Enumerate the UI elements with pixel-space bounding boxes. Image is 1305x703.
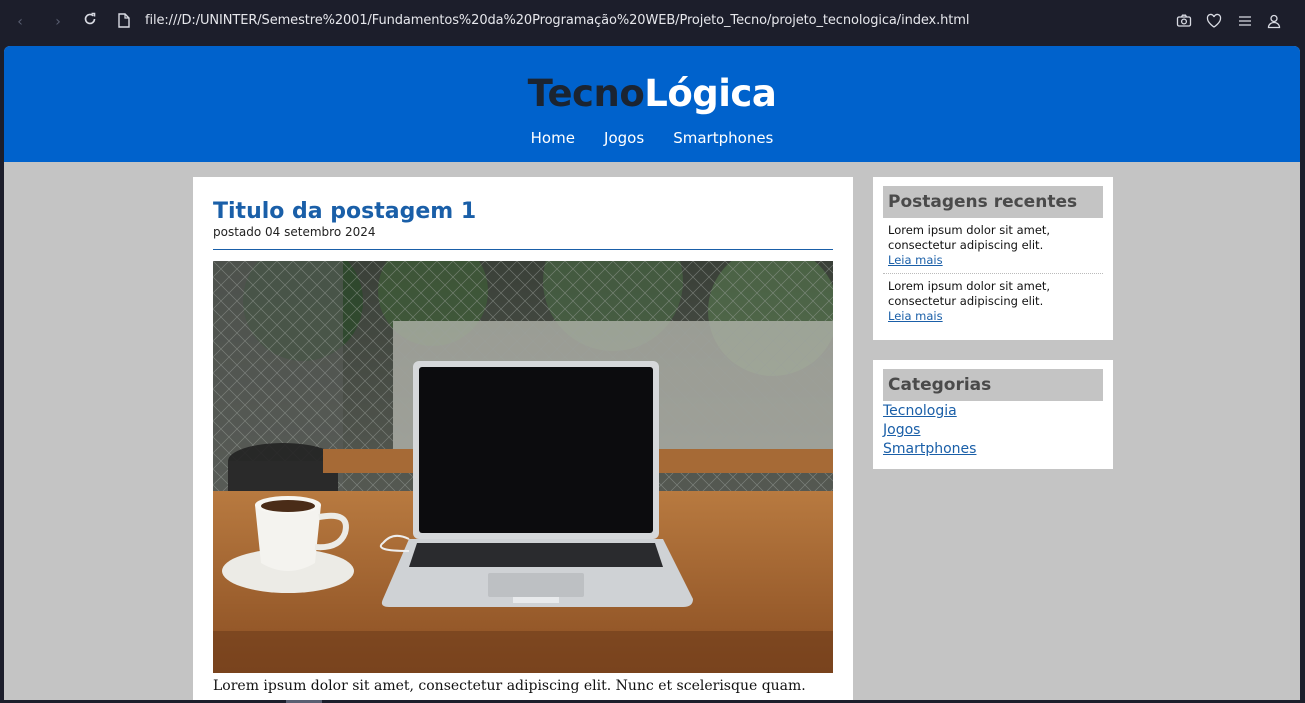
nav-home[interactable]: Home xyxy=(531,129,575,147)
logo-tecno: Tecno xyxy=(527,72,645,115)
categories-widget: Categorias Tecnologia Jogos Smartphones xyxy=(873,360,1113,469)
site-header: TecnoLógica Home Jogos Smartphones xyxy=(4,46,1300,162)
main-nav: Home Jogos Smartphones xyxy=(4,128,1300,147)
recent-post-text: Lorem ipsum dolor sit amet, consectetur … xyxy=(888,223,1051,252)
read-more-link[interactable]: Leia mais xyxy=(888,253,1098,268)
window-edge xyxy=(1300,44,1305,703)
category-smartphones[interactable]: Smartphones xyxy=(883,440,976,459)
camera-icon[interactable] xyxy=(1176,13,1192,29)
logo-logica: Lógica xyxy=(644,72,777,115)
profile-icon[interactable] xyxy=(1266,13,1282,29)
post-image xyxy=(213,261,833,673)
file-icon xyxy=(118,13,132,29)
recent-separator xyxy=(883,273,1103,274)
recent-posts-widget: Postagens recentes Lorem ipsum dolor sit… xyxy=(873,177,1113,340)
nav-jogos[interactable]: Jogos xyxy=(604,129,644,147)
read-more-link[interactable]: Leia mais xyxy=(888,309,1098,324)
page-viewport: TecnoLógica Home Jogos Smartphones Titul… xyxy=(4,46,1300,700)
post-divider xyxy=(213,249,833,250)
heart-icon[interactable] xyxy=(1206,13,1222,29)
recent-post-text: Lorem ipsum dolor sit amet, consectetur … xyxy=(888,279,1051,308)
recent-posts-title: Postagens recentes xyxy=(883,186,1103,218)
category-tecnologia[interactable]: Tecnologia xyxy=(883,402,957,421)
post-title: Titulo da postagem 1 xyxy=(213,199,477,224)
back-icon[interactable]: ‹ xyxy=(10,12,30,32)
category-jogos[interactable]: Jogos xyxy=(883,421,920,440)
reload-icon[interactable] xyxy=(80,12,100,32)
categories-title: Categorias xyxy=(883,369,1103,401)
recent-post-item: Lorem ipsum dolor sit amet, consectetur … xyxy=(883,223,1103,268)
nav-smartphones[interactable]: Smartphones xyxy=(673,129,773,147)
blog-post: Titulo da postagem 1 postado 04 setembro… xyxy=(193,177,853,700)
site-logo[interactable]: TecnoLógica xyxy=(4,72,1300,115)
recent-post-item: Lorem ipsum dolor sit amet, consectetur … xyxy=(883,279,1103,324)
menu-icon[interactable] xyxy=(1237,13,1253,29)
post-date: postado 04 setembro 2024 xyxy=(213,225,376,239)
browser-toolbar: ‹ › file:///D:/UNINTER/Semestre%2001/Fun… xyxy=(0,0,1305,44)
address-bar[interactable]: file:///D:/UNINTER/Semestre%2001/Fundame… xyxy=(145,13,969,28)
post-body: Lorem ipsum dolor sit amet, consectetur … xyxy=(213,678,806,694)
forward-icon[interactable]: › xyxy=(48,12,68,32)
